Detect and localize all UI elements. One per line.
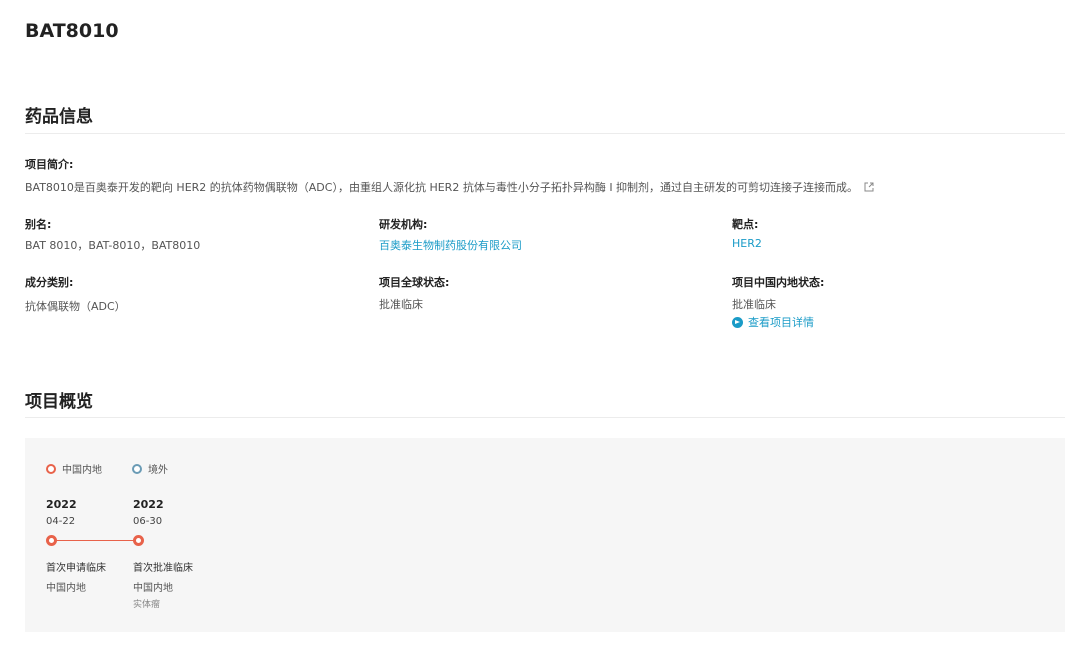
external-link-icon[interactable] <box>864 182 874 192</box>
component-value: 抗体偶联物（ADC） <box>25 300 126 313</box>
timeline-event-2-node-icon[interactable] <box>133 535 144 546</box>
drug-info-divider <box>25 133 1065 134</box>
legend-overseas[interactable]: 境外 <box>132 461 168 476</box>
legend-china-label: 中国内地 <box>62 465 102 476</box>
timeline-event-1-date: 04-22 <box>46 516 76 527</box>
org-link[interactable]: 百奥泰生物制药股份有限公司 <box>379 237 522 253</box>
timeline-panel <box>25 438 1065 632</box>
timeline-event-2-indication: 实体瘤 <box>133 600 161 610</box>
view-project-detail-label: 查看项目详情 <box>748 316 814 329</box>
overview-section-title: 项目概览 <box>25 392 93 412</box>
legend-overseas-label: 境外 <box>148 465 168 476</box>
timeline-event-1-region: 中国内地 <box>46 583 86 594</box>
arrow-circle-icon <box>732 316 743 328</box>
china-status-label: 项目中国内地状态: <box>732 276 825 289</box>
legend-overseas-dot-icon <box>132 463 142 474</box>
global-status-label: 项目全球状态: <box>379 276 450 289</box>
intro-text-row: BAT8010是百奥泰开发的靶向 HER2 的抗体药物偶联物（ADC），由重组人… <box>25 179 874 195</box>
component-label: 成分类别: <box>25 276 74 289</box>
intro-text: BAT8010是百奥泰开发的靶向 HER2 的抗体药物偶联物（ADC），由重组人… <box>25 181 859 194</box>
alias-label: 别名: <box>25 218 52 231</box>
timeline-event-2-date: 06-30 <box>133 516 163 527</box>
view-project-detail-link[interactable]: 查看项目详情 <box>732 314 814 330</box>
intro-label: 项目简介: <box>25 158 74 171</box>
overview-divider <box>25 417 1065 418</box>
timeline-event-1-node-icon[interactable] <box>46 535 57 546</box>
legend-china-dot-icon <box>46 463 56 474</box>
legend-china[interactable]: 中国内地 <box>46 461 102 476</box>
target-label: 靶点: <box>732 218 759 231</box>
china-status-value: 批准临床 <box>732 298 776 311</box>
timeline-event-2-region: 中国内地 <box>133 583 173 594</box>
alias-value: BAT 8010，BAT-8010，BAT8010 <box>25 239 201 252</box>
global-status-value: 批准临床 <box>379 298 423 311</box>
timeline-event-2-year: 2022 <box>133 498 164 511</box>
timeline-event-1-year: 2022 <box>46 498 77 511</box>
target-link[interactable]: HER2 <box>732 237 762 250</box>
page-title: BAT8010 <box>25 20 119 42</box>
timeline-event-1-title: 首次申请临床 <box>46 563 106 574</box>
timeline-connector <box>55 540 135 541</box>
timeline-event-2-title: 首次批准临床 <box>133 563 193 574</box>
drug-info-section-title: 药品信息 <box>25 107 93 127</box>
org-label: 研发机构: <box>379 218 428 231</box>
